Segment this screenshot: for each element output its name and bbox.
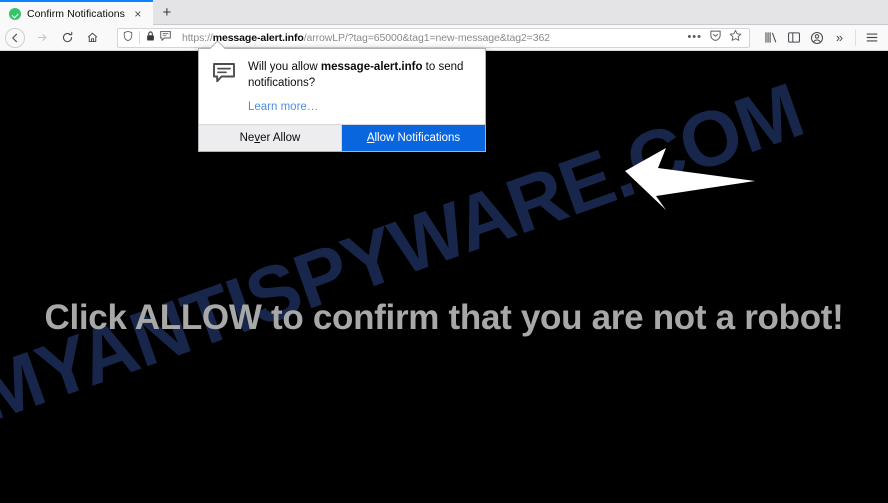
question-host: message-alert.info	[320, 61, 423, 73]
permission-question: Will you allow message-alert.info to sen…	[248, 60, 473, 92]
close-icon[interactable]: ×	[131, 8, 145, 20]
tab-confirm-notifications[interactable]: Confirm Notifications ×	[0, 0, 153, 25]
url-scheme: https://	[182, 31, 213, 44]
back-arrow-icon[interactable]	[5, 27, 25, 48]
page-actions-button[interactable]: •••	[687, 32, 702, 43]
browser-window: Confirm Notifications × + https://messag…	[0, 0, 888, 503]
tab-strip-empty-area	[181, 0, 888, 24]
pocket-save-icon[interactable]	[709, 29, 722, 47]
new-tab-button[interactable]: +	[153, 0, 181, 24]
library-icon[interactable]	[759, 27, 782, 49]
toolbar-right-buttons: »	[759, 27, 883, 49]
notification-permission-popup: Will you allow message-alert.info to sen…	[198, 48, 486, 152]
url-text[interactable]: https://message-alert.info/arrowLP/?tag=…	[177, 32, 681, 44]
tab-title: Confirm Notifications	[27, 7, 125, 20]
notification-bubble-icon[interactable]	[159, 29, 172, 47]
allow-label-after: llow Notifications	[374, 131, 461, 144]
allow-accesskey: A	[366, 131, 375, 144]
tab-strip: Confirm Notifications × +	[0, 0, 888, 25]
account-avatar-icon[interactable]	[805, 27, 828, 49]
bookmark-star-icon[interactable]	[729, 29, 742, 47]
overflow-menu-button[interactable]: »	[828, 27, 851, 49]
never-allow-label-before: Ne	[239, 131, 255, 144]
notification-bubble-icon	[212, 60, 236, 115]
popup-buttons: Ne v er Allow Allow Notifications	[199, 123, 485, 151]
page-headline: Click ALLOW to confirm that you are not …	[44, 298, 844, 337]
hamburger-menu-icon[interactable]	[860, 27, 883, 49]
left-pointing-arrow-icon	[622, 144, 758, 212]
shield-icon[interactable]	[122, 29, 134, 47]
identity-separator	[139, 31, 140, 44]
never-allow-button[interactable]: Ne v er Allow	[199, 124, 342, 151]
popup-body: Will you allow message-alert.info to sen…	[199, 49, 485, 124]
home-icon[interactable]	[80, 27, 104, 49]
toolbar-separator	[855, 29, 856, 46]
learn-more-link[interactable]: Learn more…	[248, 101, 318, 113]
url-path: /arrowLP/?tag=65000&tag1=new-message&tag…	[303, 31, 550, 44]
identity-box[interactable]	[122, 29, 177, 47]
popup-pointer	[210, 41, 225, 49]
allow-notifications-button[interactable]: Allow Notifications	[342, 124, 485, 151]
forward-arrow-icon	[30, 27, 54, 49]
sidebar-icon[interactable]	[782, 27, 805, 49]
url-bar-actions: •••	[681, 29, 746, 47]
padlock-icon[interactable]	[145, 29, 156, 47]
reload-icon[interactable]	[55, 27, 79, 49]
green-check-circle-icon	[9, 7, 21, 20]
question-prefix: Will you allow	[248, 61, 321, 73]
url-host: message-alert.info	[212, 31, 304, 44]
popup-text: Will you allow message-alert.info to sen…	[248, 60, 473, 115]
never-allow-label-after: er Allow	[260, 131, 301, 144]
